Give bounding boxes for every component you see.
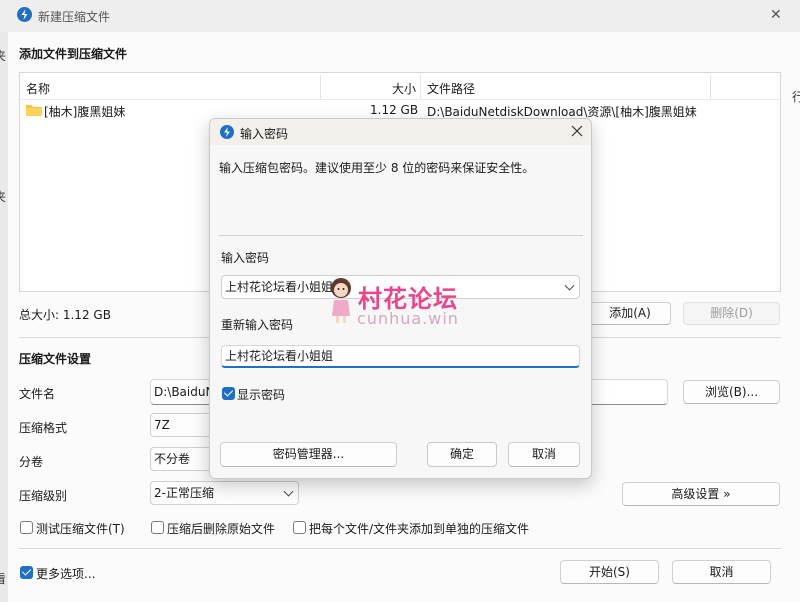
filename-label: 文件名 [19,387,56,401]
delete-after-label[interactable]: 压缩后删除原始文件 [167,520,275,537]
window-title: 新建压缩文件 [38,10,111,24]
left-side-strip [0,32,8,602]
dialog-divider [219,235,583,236]
settings-heading: 压缩文件设置 [19,352,92,366]
start-button[interactable]: 开始(S) [560,560,659,584]
password-manager-button[interactable]: 密码管理器... [220,442,397,467]
delete-button[interactable]: 删除(D) [683,302,780,325]
advanced-settings-button[interactable]: 高级设置 » [622,482,780,506]
dialog-close-icon[interactable] [570,124,584,138]
test-archive-checkbox[interactable] [20,521,33,534]
browse-button[interactable]: 浏览(B)... [683,380,780,404]
divider [19,548,781,549]
window-close-icon[interactable]: ✕ [770,7,782,23]
test-archive-label[interactable]: 测试压缩文件(T) [36,520,125,537]
split-value: 不分卷 [154,452,191,466]
ok-button[interactable]: 确定 [427,442,497,467]
files-heading: 添加文件到压缩文件 [19,47,128,61]
col-divider [710,75,711,99]
password-value: 上村花论坛看小姐姐 [225,280,334,294]
title-bar [0,0,800,32]
show-password-label[interactable]: 显示密码 [237,386,285,403]
add-button[interactable]: 添加(A) [589,302,671,325]
right-edge-glyph: 行 [792,90,800,104]
each-separate-checkbox[interactable] [293,521,306,534]
col-divider [420,75,421,99]
dialog-title: 输入密码 [240,127,289,141]
format-label: 压缩格式 [19,421,68,435]
split-label: 分卷 [19,455,44,469]
left-edge-glyph-3: 看 [0,572,7,586]
password-label: 输入密码 [221,251,270,265]
chevron-down-icon [564,280,575,291]
level-label: 压缩级别 [19,489,68,503]
column-size[interactable]: 大小 [392,80,416,97]
more-options-label[interactable]: 更多选项... [36,565,95,582]
file-name: [柚木]腹黑姐妹 [44,105,126,119]
dialog-cancel-button[interactable]: 取消 [508,442,580,467]
each-separate-label[interactable]: 把每个文件/文件夹添加到单独的压缩文件 [309,520,529,537]
more-options-checkbox[interactable] [20,566,33,579]
reenter-label: 重新输入密码 [221,318,294,332]
cancel-button[interactable]: 取消 [672,560,771,584]
chevron-down-icon [283,486,294,497]
level-select[interactable]: 2-正常压缩 [150,481,299,505]
left-edge-glyph-1: 夹 [0,49,7,63]
file-size: 1.12 GB [370,103,419,117]
total-size: 总大小: 1.12 GB [19,308,111,322]
watermark-url: cunhua.win [357,309,459,328]
dialog-app-icon [220,125,234,139]
watermark-mascot [326,276,356,324]
reenter-password-field[interactable]: 上村花论坛看小姐姐 [221,345,580,368]
left-edge-glyph-2: 夹 [0,190,7,204]
format-value: 7Z [154,418,170,432]
show-password-checkbox[interactable] [222,387,235,400]
col-divider [320,75,321,99]
folder-icon [26,104,42,116]
dialog-description: 输入压缩包密码。建议使用至少 8 位的密码来保证安全性。 [219,161,535,175]
delete-after-checkbox[interactable] [151,521,164,534]
level-value: 2-正常压缩 [154,486,214,500]
column-path[interactable]: 文件路径 [427,80,475,97]
app-icon [17,7,32,22]
column-name[interactable]: 名称 [26,80,50,97]
